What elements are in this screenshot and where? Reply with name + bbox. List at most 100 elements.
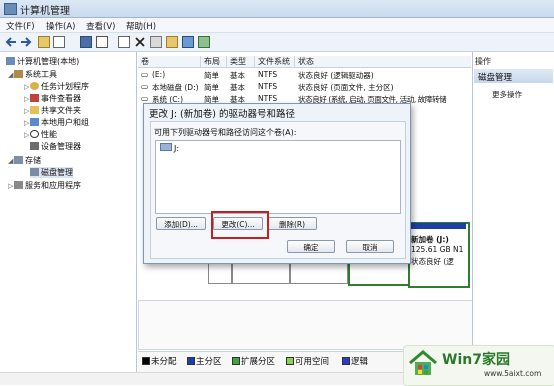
expand-icon[interactable]: ▷: [24, 131, 30, 139]
dialog-description: 可用下列驱动器号和路径访问这个卷(A):: [154, 128, 297, 137]
legend-swatch: [286, 357, 294, 365]
cell-layout: 简单: [204, 83, 219, 92]
table-row[interactable]: ▭ 本地磁盘 (D:) 简单 基本 NTFS 状态良好 (页面文件, 主分区): [138, 82, 471, 93]
event-viewer-icon: [30, 94, 39, 102]
volume-j-size: 125.61 GB N1: [411, 245, 464, 254]
export-icon[interactable]: [118, 36, 130, 48]
open-folder-icon[interactable]: [166, 36, 178, 48]
tree-item-disk-management[interactable]: 磁盘管理: [30, 167, 73, 178]
column-header: 卷 布局 类型 文件系统 状态: [138, 56, 471, 68]
forward-arrow-icon[interactable]: [20, 36, 32, 48]
computer-icon: [6, 57, 15, 65]
users-icon: [30, 118, 39, 126]
highlight-box: [211, 211, 269, 239]
tree-item-performance[interactable]: ▷ 性能: [24, 129, 57, 140]
properties-icon[interactable]: [80, 36, 92, 48]
refresh-icon[interactable]: [198, 36, 210, 48]
drive-icon: ▭: [141, 82, 149, 91]
table-row[interactable]: ▭ (E:) 简单 基本 NTFS 状态良好 (逻辑驱动器): [138, 70, 471, 81]
menu-view[interactable]: 查看(V): [86, 20, 115, 32]
clock-icon: [30, 82, 39, 90]
cell-status: 状态良好 (逻辑驱动器): [298, 71, 374, 80]
cell-type: 基本: [230, 83, 245, 92]
tree-item-services[interactable]: ▷ 服务和应用程序: [8, 180, 81, 191]
shared-folder-icon: [30, 106, 39, 114]
tree-item-shared-folders[interactable]: ▷ 共享文件夹: [24, 105, 81, 116]
actions-disk-management: 磁盘管理: [478, 73, 513, 83]
actions-title: 操作: [475, 57, 491, 66]
menu-file[interactable]: 文件(F): [6, 20, 35, 32]
tools-icon: [14, 70, 23, 78]
column-volume[interactable]: 卷: [138, 56, 201, 67]
house-logo-icon: [409, 350, 437, 375]
legend-swatch: [232, 357, 240, 365]
storage-icon: [14, 156, 23, 164]
disk-map-segment[interactable]: [348, 262, 410, 286]
volume-j-name: 新加卷 (J:): [411, 235, 449, 244]
device-manager-icon: [30, 142, 39, 150]
cell-filesystem: NTFS: [258, 70, 278, 79]
performance-icon: [30, 130, 39, 138]
folder-up-icon[interactable]: [38, 36, 50, 48]
legend-logical: 逻辑: [342, 355, 368, 367]
tree-item-storage[interactable]: ◢ 存储: [8, 155, 41, 166]
tree-item-device-manager[interactable]: 设备管理器: [30, 141, 81, 152]
volume-j-block[interactable]: [408, 222, 470, 288]
tree-item-root[interactable]: 计算机管理(本地): [6, 56, 79, 67]
watermark-brand: Win7家园: [442, 352, 510, 368]
menu-action[interactable]: 操作(A): [46, 20, 75, 32]
title-bar: [0, 0, 554, 18]
help-icon[interactable]: [96, 36, 108, 48]
show-hide-tree-icon[interactable]: [53, 36, 65, 48]
disk-management-icon: [30, 168, 39, 176]
check-icon[interactable]: [150, 36, 162, 48]
remove-button[interactable]: 删除(R): [267, 217, 317, 230]
primary-partition-bar: [409, 223, 466, 229]
volume-j-status: 状态良好 (逻: [411, 257, 454, 266]
menu-bar: [0, 18, 554, 33]
drive-path-list[interactable]: [155, 140, 401, 214]
disk-map-segment[interactable]: [208, 262, 232, 284]
cell-status: 状态良好 (页面文件, 主分区): [298, 83, 394, 92]
ok-button[interactable]: 确定: [287, 240, 335, 253]
tree-item-local-users[interactable]: ▷ 本地用户和组: [24, 117, 89, 128]
legend-free-space: 可用空间: [286, 355, 329, 367]
tree-item-system-tools[interactable]: ◢ 系统工具: [8, 69, 57, 80]
legend-primary: 主分区: [187, 355, 222, 367]
cell-filesystem: NTFS: [258, 94, 278, 103]
delete-x-icon[interactable]: [134, 36, 146, 48]
back-arrow-icon[interactable]: [5, 36, 17, 48]
disk-map-segment[interactable]: [232, 262, 290, 284]
column-filesystem[interactable]: 文件系统: [255, 56, 295, 67]
menu-help[interactable]: 帮助(H): [126, 20, 156, 32]
cell-type: 基本: [230, 71, 245, 80]
legend-swatch: [142, 357, 150, 365]
column-layout[interactable]: 布局: [201, 56, 227, 67]
drive-icon: ▭: [141, 70, 149, 79]
dialog-title: 更改 J: (新加卷) 的驱动器号和路径: [149, 109, 295, 120]
cell-filesystem: NTFS: [258, 82, 278, 91]
drive-icon: [160, 143, 172, 151]
column-type[interactable]: 类型: [227, 56, 255, 67]
add-button[interactable]: 添加(D)...: [156, 217, 206, 230]
watermark-url: www.5aixt.com: [484, 369, 542, 378]
tree-item-task-scheduler[interactable]: ▷ 任务计划程序: [24, 81, 89, 92]
legend-swatch: [187, 357, 195, 365]
column-status[interactable]: 状态: [295, 56, 471, 67]
services-icon: [14, 181, 23, 189]
actions-pane: [472, 52, 554, 372]
disk-map-area: [138, 300, 473, 350]
disk-icon[interactable]: [182, 36, 194, 48]
cell-volume: (E:): [152, 70, 166, 79]
tree-item-event-viewer[interactable]: ▷ 事件查看器: [24, 93, 81, 104]
computer-management-icon: [4, 3, 17, 15]
legend-unallocated: 未分配: [142, 355, 177, 367]
legend-swatch: [342, 357, 350, 365]
drive-icon: ▭: [141, 94, 149, 103]
legend-extended: 扩展分区: [232, 355, 275, 367]
more-actions-link[interactable]: 更多操作: [492, 89, 522, 100]
disk-map-segment[interactable]: [290, 262, 348, 284]
expand-icon[interactable]: ▷: [24, 83, 30, 91]
cancel-button[interactable]: 取消: [346, 240, 394, 253]
list-item[interactable]: J:: [160, 143, 179, 153]
